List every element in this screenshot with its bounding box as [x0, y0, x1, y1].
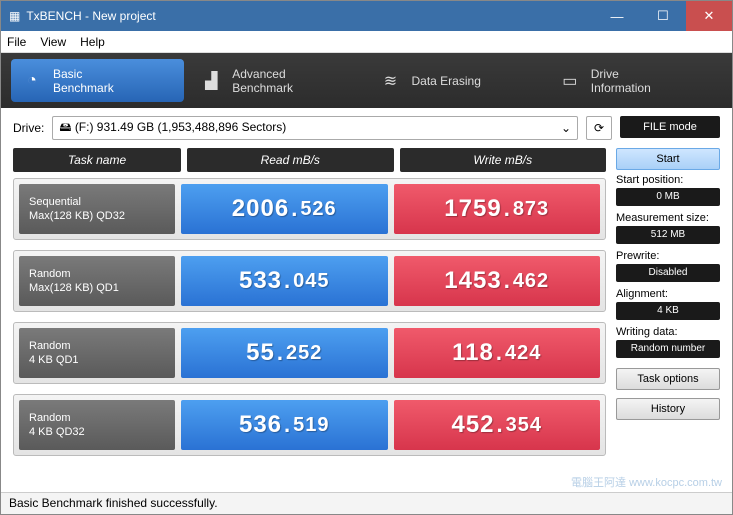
refresh-button[interactable]: ⟳ — [586, 116, 612, 140]
start-position-label: Start position: — [616, 174, 720, 186]
measurement-size-value[interactable]: 512 MB — [616, 226, 720, 244]
write-value: 452.354 — [394, 400, 601, 450]
drive-selected: (F:) 931.49 GB (1,953,488,896 Sectors) — [75, 120, 286, 134]
tabbar: ◔ Basic Benchmark ▟ Advanced Benchmark ≋… — [1, 53, 732, 108]
menubar: File View Help — [1, 31, 732, 53]
drive-label: Drive: — [13, 121, 44, 135]
header-task: Task name — [13, 148, 181, 172]
measurement-size-label: Measurement size: — [616, 212, 720, 224]
window-title: TxBENCH - New project — [26, 9, 155, 23]
refresh-icon: ⟳ — [594, 121, 604, 135]
read-value: 2006.526 — [181, 184, 388, 234]
write-value: 118.424 — [394, 328, 601, 378]
status-bar: Basic Benchmark finished successfully. — [1, 492, 732, 514]
write-value: 1453.462 — [394, 256, 601, 306]
maximize-button[interactable]: ☐ — [640, 1, 686, 31]
file-mode-button[interactable]: FILE mode — [620, 116, 720, 138]
results-panel: Task name Read mB/s Write mB/s Sequentia… — [13, 148, 606, 466]
watermark: 電腦王阿達 www.kocpc.com.tw — [571, 474, 722, 490]
titlebar: ▦ TxBENCH - New project — ☐ ✕ — [1, 1, 732, 31]
tab-label: Drive Information — [591, 67, 651, 95]
read-value: 536.519 — [181, 400, 388, 450]
menu-help[interactable]: Help — [80, 35, 105, 49]
app-icon: ▦ — [9, 9, 20, 23]
minimize-button[interactable]: — — [594, 1, 640, 31]
writing-data-value[interactable]: Random number — [616, 340, 720, 358]
column-headers: Task name Read mB/s Write mB/s — [13, 148, 606, 172]
start-position-value[interactable]: 0 MB — [616, 188, 720, 206]
drive-select[interactable]: 🖴 (F:) 931.49 GB (1,953,488,896 Sectors)… — [52, 116, 578, 140]
header-write: Write mB/s — [400, 148, 607, 172]
task-name: RandomMax(128 KB) QD1 — [19, 256, 175, 306]
tab-drive-information[interactable]: ▭ Drive Information — [549, 59, 722, 102]
writing-data-label: Writing data: — [616, 326, 720, 338]
tab-data-erasing[interactable]: ≋ Data Erasing — [370, 59, 543, 102]
chart-icon: ▟ — [200, 70, 222, 92]
history-button[interactable]: History — [616, 398, 720, 420]
stopwatch-icon: ◔ — [21, 70, 43, 92]
drive-row: Drive: 🖴 (F:) 931.49 GB (1,953,488,896 S… — [1, 108, 732, 148]
prewrite-value[interactable]: Disabled — [616, 264, 720, 282]
read-value: 533.045 — [181, 256, 388, 306]
result-row: Random4 KB QD155.252118.424 — [13, 322, 606, 384]
chevron-down-icon: ⌄ — [561, 121, 571, 135]
task-name: Random4 KB QD1 — [19, 328, 175, 378]
result-row: RandomMax(128 KB) QD1533.0451453.462 — [13, 250, 606, 312]
close-button[interactable]: ✕ — [686, 1, 732, 31]
header-read: Read mB/s — [187, 148, 394, 172]
tab-label: Basic Benchmark — [53, 67, 114, 95]
alignment-label: Alignment: — [616, 288, 720, 300]
tab-basic-benchmark[interactable]: ◔ Basic Benchmark — [11, 59, 184, 102]
drive-icon: 🖴 — [59, 120, 71, 134]
drive-icon: ▭ — [559, 70, 581, 92]
side-panel: Start Start position: 0 MB Measurement s… — [616, 148, 720, 466]
tab-label: Data Erasing — [412, 74, 481, 88]
menu-view[interactable]: View — [40, 35, 66, 49]
task-name: SequentialMax(128 KB) QD32 — [19, 184, 175, 234]
task-name: Random4 KB QD32 — [19, 400, 175, 450]
tab-advanced-benchmark[interactable]: ▟ Advanced Benchmark — [190, 59, 363, 102]
read-value: 55.252 — [181, 328, 388, 378]
result-row: SequentialMax(128 KB) QD322006.5261759.8… — [13, 178, 606, 240]
alignment-value[interactable]: 4 KB — [616, 302, 720, 320]
task-options-button[interactable]: Task options — [616, 368, 720, 390]
write-value: 1759.873 — [394, 184, 601, 234]
tab-label: Advanced Benchmark — [232, 67, 293, 95]
prewrite-label: Prewrite: — [616, 250, 720, 262]
menu-file[interactable]: File — [7, 35, 26, 49]
start-button[interactable]: Start — [616, 148, 720, 170]
result-row: Random4 KB QD32536.519452.354 — [13, 394, 606, 456]
erase-icon: ≋ — [380, 70, 402, 92]
